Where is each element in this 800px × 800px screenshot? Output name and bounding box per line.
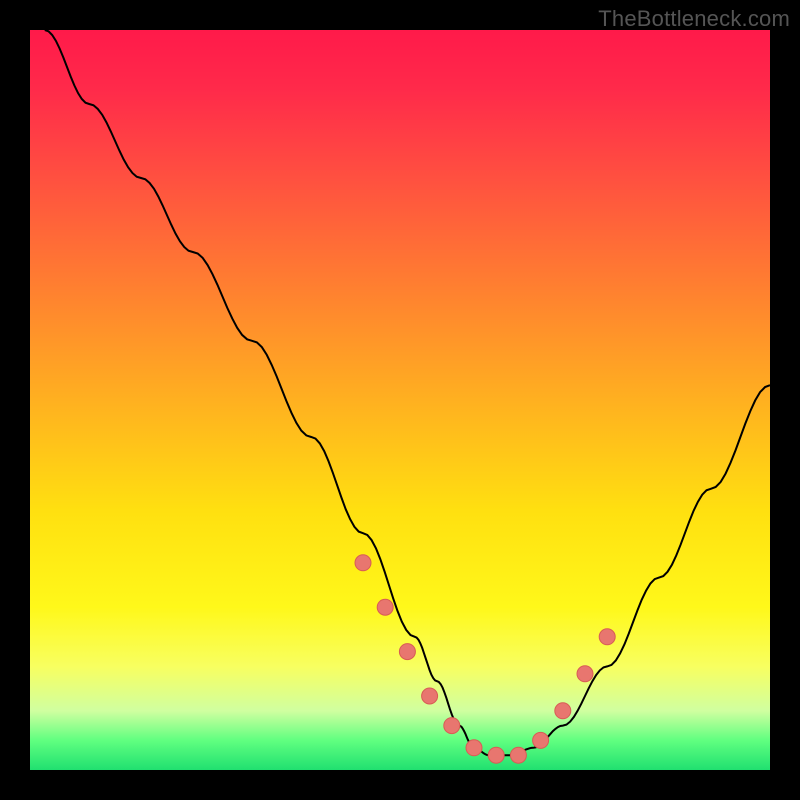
highlight-dot	[355, 555, 371, 571]
highlight-dot	[577, 666, 593, 682]
highlight-dot	[422, 688, 438, 704]
highlight-dot	[599, 629, 615, 645]
watermark-text: TheBottleneck.com	[598, 6, 790, 32]
highlight-dot	[510, 747, 526, 763]
highlight-dot	[555, 703, 571, 719]
highlight-dot	[444, 718, 460, 734]
highlight-dot	[377, 599, 393, 615]
highlight-dots	[355, 555, 615, 763]
highlight-dot	[488, 747, 504, 763]
highlight-dot	[399, 644, 415, 660]
chart-overlay	[30, 30, 770, 770]
highlight-dot	[466, 740, 482, 756]
highlight-dot	[533, 732, 549, 748]
